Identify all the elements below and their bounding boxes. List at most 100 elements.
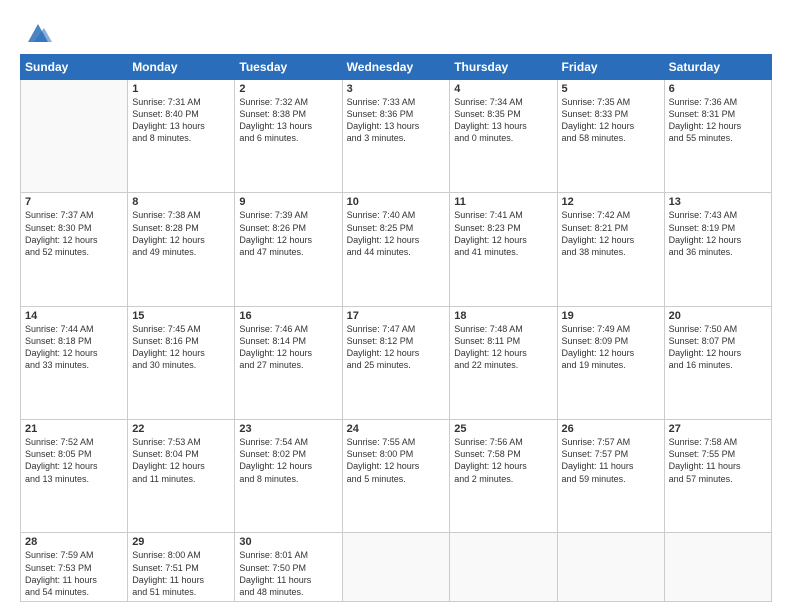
calendar-cell: 14Sunrise: 7:44 AM Sunset: 8:18 PM Dayli… [21, 306, 128, 419]
calendar-cell: 8Sunrise: 7:38 AM Sunset: 8:28 PM Daylig… [128, 193, 235, 306]
day-info: Sunrise: 7:53 AM Sunset: 8:04 PM Dayligh… [132, 436, 230, 485]
day-number: 18 [454, 310, 552, 322]
calendar-cell: 30Sunrise: 8:01 AM Sunset: 7:50 PM Dayli… [235, 533, 342, 602]
calendar-cell [450, 533, 557, 602]
logo [20, 18, 52, 46]
calendar-cell [664, 533, 771, 602]
col-header-tuesday: Tuesday [235, 55, 342, 80]
day-number: 4 [454, 83, 552, 95]
page: SundayMondayTuesdayWednesdayThursdayFrid… [0, 0, 792, 612]
day-info: Sunrise: 8:01 AM Sunset: 7:50 PM Dayligh… [239, 549, 337, 598]
week-row-4: 21Sunrise: 7:52 AM Sunset: 8:05 PM Dayli… [21, 420, 772, 533]
day-number: 16 [239, 310, 337, 322]
calendar-cell: 6Sunrise: 7:36 AM Sunset: 8:31 PM Daylig… [664, 80, 771, 193]
calendar-cell: 25Sunrise: 7:56 AM Sunset: 7:58 PM Dayli… [450, 420, 557, 533]
day-info: Sunrise: 7:48 AM Sunset: 8:11 PM Dayligh… [454, 323, 552, 372]
day-info: Sunrise: 7:55 AM Sunset: 8:00 PM Dayligh… [347, 436, 446, 485]
calendar-cell: 26Sunrise: 7:57 AM Sunset: 7:57 PM Dayli… [557, 420, 664, 533]
day-info: Sunrise: 7:58 AM Sunset: 7:55 PM Dayligh… [669, 436, 767, 485]
day-number: 29 [132, 536, 230, 548]
week-row-1: 1Sunrise: 7:31 AM Sunset: 8:40 PM Daylig… [21, 80, 772, 193]
calendar-cell: 17Sunrise: 7:47 AM Sunset: 8:12 PM Dayli… [342, 306, 450, 419]
day-number: 2 [239, 83, 337, 95]
calendar-cell [21, 80, 128, 193]
day-number: 15 [132, 310, 230, 322]
day-info: Sunrise: 7:52 AM Sunset: 8:05 PM Dayligh… [25, 436, 123, 485]
week-row-2: 7Sunrise: 7:37 AM Sunset: 8:30 PM Daylig… [21, 193, 772, 306]
day-number: 13 [669, 196, 767, 208]
day-number: 11 [454, 196, 552, 208]
day-number: 22 [132, 423, 230, 435]
calendar-cell: 18Sunrise: 7:48 AM Sunset: 8:11 PM Dayli… [450, 306, 557, 419]
day-info: Sunrise: 7:42 AM Sunset: 8:21 PM Dayligh… [562, 209, 660, 258]
day-info: Sunrise: 7:56 AM Sunset: 7:58 PM Dayligh… [454, 436, 552, 485]
day-number: 14 [25, 310, 123, 322]
calendar-cell: 20Sunrise: 7:50 AM Sunset: 8:07 PM Dayli… [664, 306, 771, 419]
day-number: 25 [454, 423, 552, 435]
day-info: Sunrise: 7:45 AM Sunset: 8:16 PM Dayligh… [132, 323, 230, 372]
day-info: Sunrise: 7:34 AM Sunset: 8:35 PM Dayligh… [454, 96, 552, 145]
calendar-cell [557, 533, 664, 602]
day-info: Sunrise: 7:44 AM Sunset: 8:18 PM Dayligh… [25, 323, 123, 372]
day-info: Sunrise: 7:31 AM Sunset: 8:40 PM Dayligh… [132, 96, 230, 145]
calendar-cell: 9Sunrise: 7:39 AM Sunset: 8:26 PM Daylig… [235, 193, 342, 306]
calendar-cell: 28Sunrise: 7:59 AM Sunset: 7:53 PM Dayli… [21, 533, 128, 602]
calendar-cell: 5Sunrise: 7:35 AM Sunset: 8:33 PM Daylig… [557, 80, 664, 193]
day-number: 10 [347, 196, 446, 208]
calendar-cell: 27Sunrise: 7:58 AM Sunset: 7:55 PM Dayli… [664, 420, 771, 533]
calendar-cell: 2Sunrise: 7:32 AM Sunset: 8:38 PM Daylig… [235, 80, 342, 193]
calendar-cell: 21Sunrise: 7:52 AM Sunset: 8:05 PM Dayli… [21, 420, 128, 533]
day-info: Sunrise: 7:32 AM Sunset: 8:38 PM Dayligh… [239, 96, 337, 145]
day-number: 9 [239, 196, 337, 208]
col-header-friday: Friday [557, 55, 664, 80]
day-number: 7 [25, 196, 123, 208]
logo-icon [24, 18, 52, 46]
day-number: 28 [25, 536, 123, 548]
day-number: 21 [25, 423, 123, 435]
calendar-cell: 23Sunrise: 7:54 AM Sunset: 8:02 PM Dayli… [235, 420, 342, 533]
day-info: Sunrise: 7:41 AM Sunset: 8:23 PM Dayligh… [454, 209, 552, 258]
calendar-cell: 15Sunrise: 7:45 AM Sunset: 8:16 PM Dayli… [128, 306, 235, 419]
day-info: Sunrise: 7:50 AM Sunset: 8:07 PM Dayligh… [669, 323, 767, 372]
day-number: 17 [347, 310, 446, 322]
day-number: 30 [239, 536, 337, 548]
day-info: Sunrise: 7:40 AM Sunset: 8:25 PM Dayligh… [347, 209, 446, 258]
calendar-cell [342, 533, 450, 602]
day-info: Sunrise: 8:00 AM Sunset: 7:51 PM Dayligh… [132, 549, 230, 598]
calendar-cell: 13Sunrise: 7:43 AM Sunset: 8:19 PM Dayli… [664, 193, 771, 306]
day-info: Sunrise: 7:43 AM Sunset: 8:19 PM Dayligh… [669, 209, 767, 258]
day-number: 19 [562, 310, 660, 322]
col-header-thursday: Thursday [450, 55, 557, 80]
day-info: Sunrise: 7:33 AM Sunset: 8:36 PM Dayligh… [347, 96, 446, 145]
day-number: 27 [669, 423, 767, 435]
day-number: 1 [132, 83, 230, 95]
col-header-sunday: Sunday [21, 55, 128, 80]
day-number: 23 [239, 423, 337, 435]
day-info: Sunrise: 7:35 AM Sunset: 8:33 PM Dayligh… [562, 96, 660, 145]
day-info: Sunrise: 7:54 AM Sunset: 8:02 PM Dayligh… [239, 436, 337, 485]
day-info: Sunrise: 7:57 AM Sunset: 7:57 PM Dayligh… [562, 436, 660, 485]
day-info: Sunrise: 7:46 AM Sunset: 8:14 PM Dayligh… [239, 323, 337, 372]
day-number: 3 [347, 83, 446, 95]
calendar-cell: 11Sunrise: 7:41 AM Sunset: 8:23 PM Dayli… [450, 193, 557, 306]
day-info: Sunrise: 7:38 AM Sunset: 8:28 PM Dayligh… [132, 209, 230, 258]
col-header-monday: Monday [128, 55, 235, 80]
header [20, 18, 772, 46]
day-info: Sunrise: 7:37 AM Sunset: 8:30 PM Dayligh… [25, 209, 123, 258]
col-header-wednesday: Wednesday [342, 55, 450, 80]
day-info: Sunrise: 7:47 AM Sunset: 8:12 PM Dayligh… [347, 323, 446, 372]
day-number: 26 [562, 423, 660, 435]
day-info: Sunrise: 7:59 AM Sunset: 7:53 PM Dayligh… [25, 549, 123, 598]
day-number: 6 [669, 83, 767, 95]
day-number: 5 [562, 83, 660, 95]
calendar-cell: 19Sunrise: 7:49 AM Sunset: 8:09 PM Dayli… [557, 306, 664, 419]
day-number: 8 [132, 196, 230, 208]
calendar-cell: 1Sunrise: 7:31 AM Sunset: 8:40 PM Daylig… [128, 80, 235, 193]
calendar-cell: 29Sunrise: 8:00 AM Sunset: 7:51 PM Dayli… [128, 533, 235, 602]
day-info: Sunrise: 7:39 AM Sunset: 8:26 PM Dayligh… [239, 209, 337, 258]
week-row-5: 28Sunrise: 7:59 AM Sunset: 7:53 PM Dayli… [21, 533, 772, 602]
day-number: 24 [347, 423, 446, 435]
calendar-cell: 24Sunrise: 7:55 AM Sunset: 8:00 PM Dayli… [342, 420, 450, 533]
calendar-cell: 4Sunrise: 7:34 AM Sunset: 8:35 PM Daylig… [450, 80, 557, 193]
header-row: SundayMondayTuesdayWednesdayThursdayFrid… [21, 55, 772, 80]
